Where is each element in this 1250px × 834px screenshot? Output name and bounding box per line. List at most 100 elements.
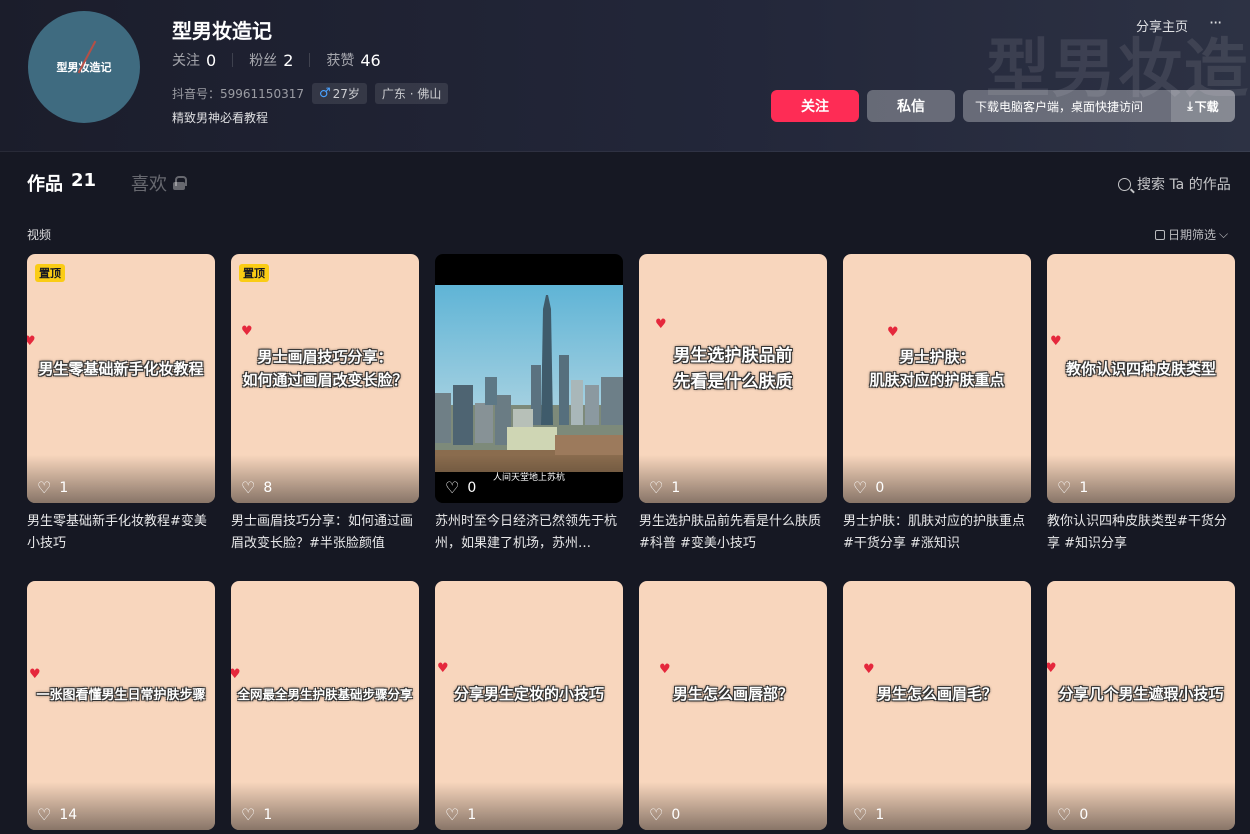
likes-stat: 获赞 46 (326, 50, 380, 70)
search-works[interactable]: 搜索 Ta 的作品 (1118, 174, 1231, 194)
video-card[interactable]: ♥ 男生选护肤品前 先看是什么肤质 ♡ 1 男生选护肤品前先看是什么肤质#科普 #… (639, 254, 827, 567)
video-cover[interactable]: ♥ 男生选护肤品前 先看是什么肤质 ♡ 1 (639, 254, 827, 503)
video-cover[interactable]: ♥ 教你认识四种皮肤类型 ♡ 1 (1047, 254, 1235, 503)
video-cover[interactable]: ♥ 男生怎么画眉毛？ ♡ 1 (843, 581, 1031, 830)
like-count-value: 0 (875, 480, 885, 496)
video-title[interactable]: 男士画眉技巧分享：如何通过画眉改变长脸？#半张脸颜值 (231, 511, 419, 567)
cover-text: 分享男生定妆的小技巧 (453, 685, 604, 703)
like-count-value: 0 (467, 480, 477, 496)
cover-text: 男生零基础新手化妆教程 (38, 360, 204, 378)
avatar[interactable]: 型男妆造记 (28, 11, 140, 123)
heart-icon: ♥ (29, 667, 41, 682)
cover-text: 男生怎么画唇部？ (672, 685, 793, 703)
video-cover[interactable]: ♥ 分享男生定妆的小技巧 ♡ 1 (435, 581, 623, 830)
video-cover[interactable]: ♥ 男生怎么画唇部？ ♡ 0 (639, 581, 827, 830)
heart-outline-icon: ♡ (37, 805, 52, 824)
video-title[interactable]: 教你认识四种皮肤类型#干货分享 #知识分享 (1047, 511, 1235, 567)
profile-header: 型男妆造 型男妆造记 型男妆造记 关注 0 粉丝 2 获赞 46 抖音号：599… (0, 0, 1250, 152)
profile-name: 型男妆造记 (172, 19, 272, 43)
cover-text: 男生选护肤品前 先看是什么肤质 (673, 346, 793, 392)
stat-divider (232, 53, 234, 67)
video-cover[interactable]: ♥ 一张图看懂男生日常护肤步骤 ♡ 14 (27, 581, 215, 830)
heart-outline-icon: ♡ (241, 805, 256, 824)
like-count: ♡ 1 (37, 480, 69, 497)
date-filter[interactable]: 日期筛选 ⌵ (1155, 226, 1228, 243)
video-card[interactable]: ♥ 男生怎么画唇部？ ♡ 0 (639, 581, 827, 830)
video-card[interactable]: ♥ 男士护肤： 肌肤对应的护肤重点 ♡ 0 男士护肤：肌肤对应的护肤重点#干货分享… (843, 254, 1031, 567)
message-button[interactable]: 私信 (867, 90, 955, 122)
heart-icon: ♥ (437, 661, 449, 676)
male-icon: ♂ (318, 86, 331, 101)
video-cover[interactable]: ♥ 全网最全男生护肤基础步骤分享 ♡ 1 (231, 581, 419, 830)
like-count-value: 1 (671, 480, 681, 496)
download-label: 下载 (1194, 99, 1219, 114)
followers-stat[interactable]: 粉丝 2 (249, 50, 293, 70)
heart-outline-icon: ♡ (649, 478, 664, 497)
heart-icon: ♥ (241, 324, 253, 339)
heart-outline-icon: ♡ (445, 805, 460, 824)
cover-text: 全网最全男生护肤基础步骤分享 (237, 687, 413, 702)
video-grid: 置顶 ♥ 男生零基础新手化妆教程 ♡ 1 男生零基础新手化妆教程#变美小技巧 置顶… (27, 254, 1235, 830)
video-card[interactable]: ♥ 男生怎么画眉毛？ ♡ 1 (843, 581, 1031, 830)
heart-icon: ♥ (1050, 334, 1062, 349)
video-card[interactable]: ♥ 分享男生定妆的小技巧 ♡ 1 (435, 581, 623, 830)
heart-icon: ♥ (655, 317, 667, 332)
like-count: ♡ 0 (1057, 805, 1088, 824)
video-card[interactable]: ♥ 一张图看懂男生日常护肤步骤 ♡ 14 (27, 581, 215, 830)
lock-icon (173, 176, 187, 190)
like-count: ♡ 1 (649, 478, 681, 497)
share-home-link[interactable]: 分享主页 (1136, 16, 1188, 35)
video-cover[interactable]: 置顶 ♥ 男士画眉技巧分享： 如何通过画眉改变长脸？ ♡ 8 (231, 254, 419, 503)
video-card[interactable]: ♥ 全网最全男生护肤基础步骤分享 ♡ 1 (231, 581, 419, 830)
video-card[interactable]: 置顶 ♥ 男士画眉技巧分享： 如何通过画眉改变长脸？ ♡ 8 男士画眉技巧分享：如… (231, 254, 419, 567)
like-count-value: 1 (875, 807, 885, 823)
heart-outline-icon: ♡ (1057, 805, 1072, 824)
like-count-value: 1 (1079, 480, 1089, 496)
heart-icon: ♥ (887, 325, 899, 340)
video-card[interactable]: 人间天堂地上苏杭 ♡ 0 苏州时至今日经济已然领先于杭州，如果建了机场，苏州… (435, 254, 623, 567)
video-card[interactable]: ♥ 教你认识四种皮肤类型 ♡ 1 教你认识四种皮肤类型#干货分享 #知识分享 (1047, 254, 1235, 567)
more-icon[interactable]: ··· (1209, 13, 1222, 32)
video-cover[interactable]: ♥ 男士护肤： 肌肤对应的护肤重点 ♡ 0 (843, 254, 1031, 503)
download-client-text: 下载电脑客户端，桌面快捷访问 (975, 99, 1144, 114)
heart-outline-icon: ♡ (241, 478, 256, 497)
video-cover[interactable]: ♥ 分享几个男生遮瑕小技巧 ♡ 0 (1047, 581, 1235, 830)
like-count-value: 14 (59, 807, 78, 823)
cover-text: 男士护肤： 肌肤对应的护肤重点 (869, 348, 1005, 389)
download-button[interactable]: ⤓ 下载 (1171, 90, 1235, 122)
like-count-value: 1 (59, 480, 69, 496)
video-title[interactable]: 苏州时至今日经济已然领先于杭州，如果建了机场，苏州… (435, 511, 623, 567)
following-label: 关注 (172, 53, 200, 69)
like-count-value: 1 (263, 807, 273, 823)
video-cover[interactable]: 置顶 ♥ 男生零基础新手化妆教程 ♡ 1 (27, 254, 215, 503)
video-cover[interactable]: 人间天堂地上苏杭 ♡ 0 (435, 254, 623, 503)
like-count: ♡ 1 (853, 807, 885, 824)
like-count: ♡ 8 (241, 478, 272, 497)
tab-likes[interactable]: 喜欢 (131, 170, 187, 196)
video-title[interactable]: 男士护肤：肌肤对应的护肤重点#干货分享 #涨知识 (843, 511, 1031, 567)
video-title[interactable]: 男生零基础新手化妆教程#变美小技巧 (27, 511, 215, 567)
heart-icon: ♥ (231, 667, 241, 682)
heart-outline-icon: ♡ (445, 478, 460, 497)
age-tag: ♂ 27岁 (311, 83, 367, 104)
follow-button[interactable]: 关注 (771, 90, 859, 122)
likes-label: 获赞 (326, 53, 355, 69)
tab-works[interactable]: 作品 21 (27, 170, 96, 196)
pinned-badge: 置顶 (35, 264, 65, 282)
chevron-down-icon: ⌵ (1219, 227, 1229, 241)
section-label-videos: 视频 (27, 228, 52, 242)
video-title[interactable]: 男生选护肤品前先看是什么肤质#科普 #变美小技巧 (639, 511, 827, 567)
profile-stats: 关注 0 粉丝 2 获赞 46 (172, 50, 381, 70)
cover-text: 男士画眉技巧分享： 如何通过画眉改变长脸？ (242, 348, 408, 389)
video-card[interactable]: ♥ 分享几个男生遮瑕小技巧 ♡ 0 (1047, 581, 1235, 830)
heart-outline-icon: ♡ (1057, 478, 1072, 497)
cover-text: 男生怎么画眉毛？ (876, 685, 997, 703)
like-count: ♡ 0 (445, 478, 477, 497)
like-count: ♡ 14 (37, 805, 78, 824)
location-tag: 广东 · 佛山 (374, 83, 449, 104)
search-icon (1118, 177, 1131, 191)
like-count-value: 0 (671, 807, 681, 823)
video-card[interactable]: 置顶 ♥ 男生零基础新手化妆教程 ♡ 1 男生零基础新手化妆教程#变美小技巧 (27, 254, 215, 567)
following-stat[interactable]: 关注 0 (172, 50, 216, 70)
profile-meta: 抖音号：59961150317 ♂ 27岁 广东 · 佛山 (172, 83, 449, 104)
